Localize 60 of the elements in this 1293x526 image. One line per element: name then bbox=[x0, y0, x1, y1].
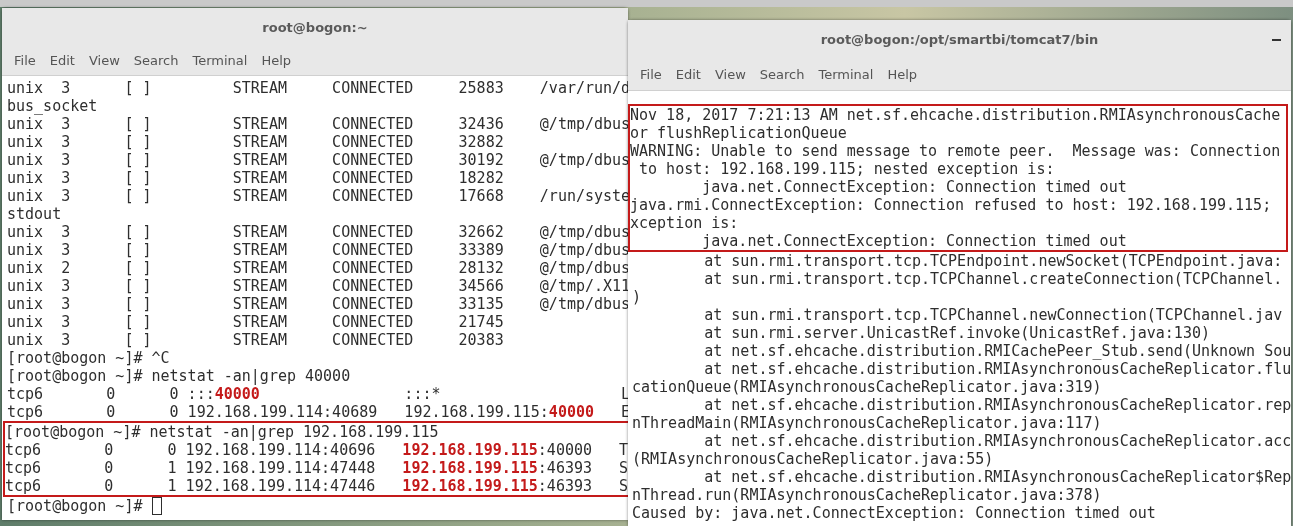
menu-item[interactable]: Help bbox=[881, 64, 924, 84]
terminal-line: unix 3 [ ] STREAM CONNECTED 17668 /run/syste bbox=[7, 187, 631, 205]
terminal-line: unix 3 [ ] STREAM CONNECTED 34566 @/tmp/.X11 bbox=[7, 277, 631, 295]
terminal-line: unix 3 [ ] STREAM CONNECTED 32436 @/tmp/dbus bbox=[7, 115, 631, 133]
terminal-line: unix 3 [ ] STREAM CONNECTED 30192 @/tmp/dbus bbox=[7, 151, 631, 169]
terminal-line: nThreadMain(RMIAsynchronousCacheReplicator.java:117) bbox=[632, 414, 1102, 432]
menu-item[interactable]: Search bbox=[127, 51, 185, 70]
terminal-line: or flushReplicationQueue bbox=[630, 124, 847, 142]
terminal-line: unix 3 [ ] STREAM CONNECTED 18282 bbox=[7, 169, 504, 187]
terminal-line: ) bbox=[632, 288, 642, 306]
terminal-line: unix 3 [ ] STREAM CONNECTED 20383 bbox=[7, 331, 504, 349]
terminal-line: java.net.ConnectException: Connection timed out bbox=[701, 178, 1127, 196]
terminal-line: cationQueue(RMIAsynchronousCacheReplicator.java:319) bbox=[632, 378, 1102, 396]
terminal-line: at net.sf.ehcache.distribution.RMIAsynchronousCacheReplicator$Rep bbox=[703, 468, 1292, 486]
terminal-line: unix 3 [ ] STREAM CONNECTED 25883 /var/run/d bbox=[7, 79, 631, 97]
terminal-line: at sun.rmi.transport.tcp.TCPChannel.newConnection(TCPChannel.jav bbox=[703, 306, 1283, 324]
terminal-line: at sun.rmi.transport.tcp.TCPEndpoint.newSocket(TCPEndpoint.java: bbox=[703, 252, 1283, 270]
menu-item[interactable]: Edit bbox=[43, 51, 81, 70]
terminal-line: [root@bogon ~]# netstat -an|grep 40000 bbox=[7, 367, 351, 385]
terminal-line: at net.sf.ehcache.distribution.RMIAsynchronousCacheReplicator.rep bbox=[703, 396, 1292, 414]
terminal-line: stdout bbox=[7, 205, 62, 223]
terminal-line: Caused by: java.net.ConnectException: Connection timed out bbox=[632, 504, 1156, 522]
terminal-line: [root@bogon ~]# ^C bbox=[7, 349, 170, 367]
terminal-line: java.net.ConnectException: Connection timed out bbox=[701, 232, 1127, 250]
terminal-line: [root@bogon ~]# netstat -an|grep 192.168.199.115 bbox=[5, 423, 439, 441]
terminal-line: unix 2 [ ] STREAM CONNECTED 28132 @/tmp/dbus bbox=[7, 259, 631, 277]
menu-item[interactable]: File bbox=[8, 51, 42, 70]
terminal-line: nThread.run(RMIAsynchronousCacheReplicator.java:378) bbox=[632, 486, 1102, 504]
terminal-line: to host: 192.168.199.115; nested exception is: bbox=[638, 160, 1055, 178]
terminal-line: tcp6 0 1 192.168.199.114:47446 192.168.199.115:46393 S bbox=[5, 477, 629, 495]
menu-item[interactable]: Terminal bbox=[812, 64, 880, 84]
terminal-line: at net.sf.ehcache.distribution.RMIAsynchronousCacheReplicator.acc bbox=[703, 432, 1292, 450]
terminal-line: unix 3 [ ] STREAM CONNECTED 33135 @/tmp/dbus bbox=[7, 295, 631, 313]
menu-item[interactable]: Search bbox=[753, 64, 811, 84]
menu-item[interactable]: View bbox=[708, 64, 752, 84]
terminal-line: at sun.rmi.server.UnicastRef.invoke(UnicastRef.java:130) bbox=[703, 324, 1210, 342]
menu-item[interactable]: View bbox=[82, 51, 126, 70]
menu-item[interactable]: File bbox=[634, 64, 668, 84]
terminal-line: [root@bogon ~]# bbox=[7, 497, 144, 515]
terminal-line: at net.sf.ehcache.distribution.RMICachePeer_Stub.send(Unknown Sou bbox=[703, 342, 1292, 360]
terminal-line: bus_socket bbox=[7, 97, 98, 115]
terminal-line: tcp6 0 1 192.168.199.114:47448 192.168.199.115:46393 S bbox=[5, 459, 629, 477]
minimize-icon[interactable] bbox=[1272, 39, 1281, 41]
terminal-line: unix 3 [ ] STREAM CONNECTED 33389 @/tmp/dbus bbox=[7, 241, 631, 259]
menu-item[interactable]: Edit bbox=[669, 64, 707, 84]
terminal-line: unix 3 [ ] STREAM CONNECTED 21745 bbox=[7, 313, 504, 331]
terminal-line: java.rmi.ConnectException: Connection refused to host: 192.168.199.115; bbox=[630, 196, 1272, 214]
terminal-line: at net.sf.ehcache.distribution.RMIAsynchronousCacheReplicator.flu bbox=[703, 360, 1292, 378]
terminal-line: unix 3 [ ] STREAM CONNECTED 32662 @/tmp/dbus bbox=[7, 223, 631, 241]
window-title: root@bogon:~ bbox=[262, 19, 368, 35]
terminal-line: at sun.rmi.transport.tcp.TCPChannel.createConnection(TCPChannel. bbox=[703, 270, 1283, 288]
menu-item[interactable]: Terminal bbox=[186, 51, 254, 70]
menu-item[interactable]: Help bbox=[255, 51, 298, 70]
terminal-line: Nov 18, 2017 7:21:13 AM net.sf.ehcache.distribution.RMIAsynchronousCache bbox=[630, 106, 1281, 124]
terminal-line: xception is: bbox=[630, 214, 739, 232]
terminal-line: WARNING: Unable to send message to remote peer. Message was: Connection bbox=[630, 142, 1281, 160]
window-title: root@bogon:/opt/smartbi/tomcat7/bin bbox=[820, 31, 1099, 47]
terminal-line: unix 3 [ ] STREAM CONNECTED 32882 bbox=[7, 133, 504, 151]
terminal-line: (RMIAsynchronousCacheReplicator.java:55) bbox=[632, 450, 994, 468]
terminal-line: tcp6 0 0 192.168.199.114:40696 192.168.199.115:40000 T bbox=[5, 441, 629, 459]
